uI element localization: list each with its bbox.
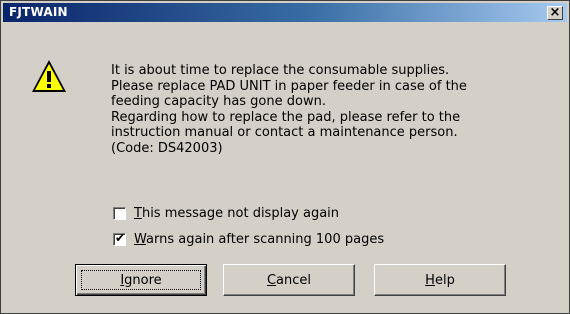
- warn-again-checkbox[interactable]: ✔: [113, 230, 126, 246]
- message-line: instruction manual or contact a maintena…: [111, 125, 458, 140]
- message-line: It is about time to replace the consumab…: [111, 63, 450, 78]
- dont-display-checkbox[interactable]: [113, 206, 126, 220]
- message-line: feeding capacity has gone down.: [111, 94, 326, 109]
- message-text: It is about time to replace the consumab…: [111, 63, 561, 156]
- help-button[interactable]: Help: [374, 264, 506, 296]
- checkmark-icon: ✔: [115, 230, 126, 245]
- ignore-button[interactable]: Ignore: [75, 264, 207, 296]
- cancel-button[interactable]: Cancel: [223, 264, 355, 296]
- ignore-label: Ignore: [120, 272, 162, 288]
- close-icon: ×: [549, 5, 561, 20]
- option-dont-display-again[interactable]: This message not display again: [113, 204, 339, 222]
- warning-icon: [32, 60, 66, 92]
- dialog-window: FJTWAIN × It is about time to replace th…: [0, 0, 570, 314]
- help-label: Help: [425, 272, 455, 288]
- window-title: FJTWAIN: [9, 5, 68, 19]
- close-button[interactable]: ×: [547, 5, 563, 20]
- message-line: Please replace PAD UNIT in paper feeder …: [111, 78, 467, 94]
- message-line: (Code: DS42003): [111, 140, 223, 156]
- option-warn-again[interactable]: ✔ Warns again after scanning 100 pages: [113, 230, 384, 248]
- warn-again-label: Warns again after scanning 100 pages: [134, 231, 385, 247]
- title-bar: FJTWAIN ×: [3, 3, 567, 22]
- message-line: Regarding how to replace the pad, please…: [111, 109, 461, 125]
- cancel-label: Cancel: [266, 272, 312, 288]
- dont-display-label: This message not display again: [134, 205, 340, 221]
